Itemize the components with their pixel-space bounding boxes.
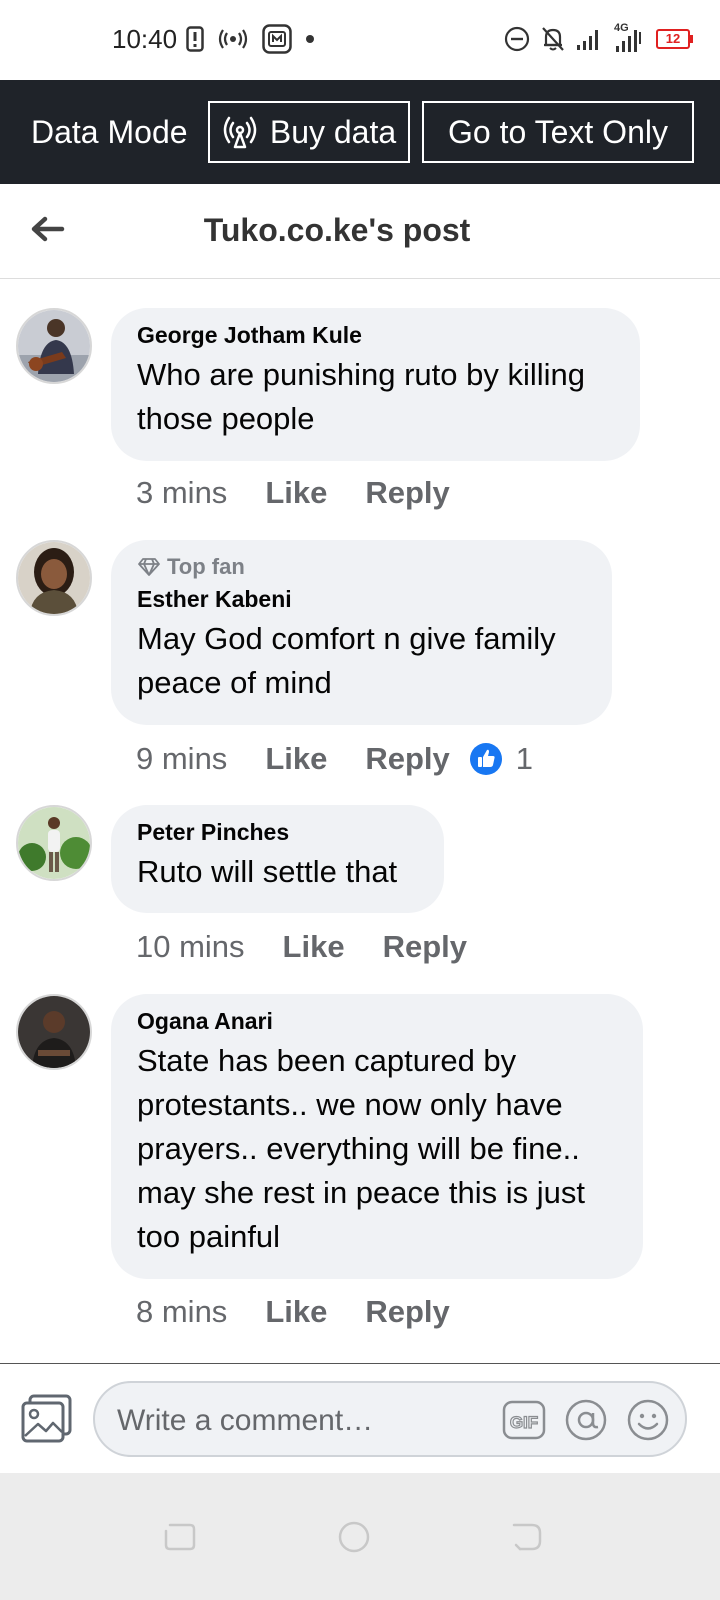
comment-bubble[interactable]: Peter Pinches Ruto will settle that [111, 805, 444, 913]
comment-actions: 3 mins Like Reply [136, 475, 450, 511]
reaction-count: 1 [515, 741, 534, 776]
comment-text: Ruto will settle that [137, 854, 398, 889]
back-nav-icon[interactable] [506, 1517, 546, 1557]
emoji-icon[interactable] [625, 1397, 671, 1443]
data-mode-bar: Data Mode Buy data Go to Text Only [0, 80, 720, 184]
comment-actions: 10 mins Like Reply [136, 929, 467, 965]
app-notification-icon [262, 24, 292, 54]
status-time: 10:40 [112, 24, 178, 54]
like-button[interactable]: Like [265, 741, 327, 777]
thumbs-up-reaction-icon [469, 743, 502, 775]
avatar-photo-man-with-guitar [18, 310, 90, 382]
status-icons-left [186, 22, 314, 56]
reply-button[interactable]: Reply [365, 475, 449, 511]
text-only-label: Go to Text Only [448, 113, 668, 150]
comment-author[interactable]: Ogana Anari [137, 1008, 617, 1035]
status-icons-right: 4G 12 [504, 22, 693, 56]
avatar[interactable] [16, 994, 92, 1070]
photo-icon[interactable] [20, 1394, 74, 1444]
like-button[interactable]: Like [265, 1294, 327, 1330]
signal-4g-icon [616, 30, 641, 52]
buy-data-label: Buy data [269, 113, 397, 150]
broadcast-icon [223, 116, 257, 149]
mention-icon[interactable] [563, 1397, 609, 1443]
buy-data-button[interactable]: Buy data [208, 101, 410, 163]
like-button[interactable]: Like [265, 475, 327, 511]
more-notifications-dot [306, 35, 314, 43]
gif-label: GIF [510, 1413, 538, 1432]
gif-icon[interactable]: GIF [501, 1397, 547, 1443]
page-title: Tuko.co.ke's post [203, 212, 471, 248]
avatar-photo-man-dark [18, 996, 90, 1068]
alert-icon [186, 26, 204, 52]
comment-author[interactable]: George Jotham Kule [137, 322, 614, 349]
comment-text: Who are punishing ruto by killing those … [137, 357, 586, 436]
hotspot-icon [218, 29, 248, 49]
comment-bubble[interactable]: George Jotham Kule Who are punishing rut… [111, 308, 640, 461]
avatar-photo-man-outdoors [18, 807, 90, 879]
system-navigation-bar [0, 1473, 720, 1600]
status-bar: 10:40 4G 12 [0, 0, 720, 80]
post-header: Tuko.co.ke's post [0, 184, 720, 279]
signal-4g-indicator: 4G [612, 22, 646, 54]
top-fan-label: Top fan [167, 554, 245, 579]
comment-bubble[interactable]: Ogana Anari State has been captured by p… [111, 994, 643, 1279]
recent-apps-icon[interactable] [160, 1517, 200, 1557]
data-mode-label: Data Mode [31, 114, 188, 150]
do-not-disturb-icon [504, 26, 530, 52]
comment-input[interactable] [115, 1401, 489, 1441]
muted-bell-icon [542, 27, 564, 51]
comment-author[interactable]: Peter Pinches [137, 819, 418, 846]
comment-text: State has been captured by protestants..… [137, 1043, 585, 1254]
comment-actions: 8 mins Like Reply [136, 1294, 450, 1330]
signal-icon [577, 30, 598, 50]
comment-bubble[interactable]: Top fan Esther Kabeni May God comfort n … [111, 540, 612, 725]
battery-indicator: 12 [656, 29, 693, 49]
reactions[interactable]: 1 [469, 741, 534, 777]
comment-author[interactable]: Esther Kabeni [137, 586, 586, 613]
reply-button[interactable]: Reply [383, 929, 467, 965]
home-icon[interactable] [334, 1517, 374, 1557]
avatar[interactable] [16, 540, 92, 616]
comment-time[interactable]: 8 mins [136, 1294, 227, 1330]
page-title-container: Tuko.co.ke's post [0, 212, 720, 249]
text-only-button[interactable]: Go to Text Only [422, 101, 694, 163]
like-button[interactable]: Like [283, 929, 345, 965]
comment-actions: 9 mins Like Reply 1 [136, 741, 533, 777]
comment-text: May God comfort n give family peace of m… [137, 621, 556, 700]
comment-time[interactable]: 9 mins [136, 741, 227, 777]
comment-composer: GIF [0, 1363, 720, 1474]
top-fan-badge: Top fan [137, 554, 586, 580]
avatar[interactable] [16, 308, 92, 384]
comment-time[interactable]: 3 mins [136, 475, 227, 511]
reply-button[interactable]: Reply [365, 741, 449, 777]
comments-list[interactable]: George Jotham Kule Who are punishing rut… [0, 279, 720, 1363]
avatar[interactable] [16, 805, 92, 881]
diamond-icon [138, 558, 160, 576]
reply-button[interactable]: Reply [365, 1294, 449, 1330]
comment-field-container: GIF [93, 1381, 687, 1457]
comment-time[interactable]: 10 mins [136, 929, 245, 965]
avatar-photo-woman [18, 542, 90, 614]
